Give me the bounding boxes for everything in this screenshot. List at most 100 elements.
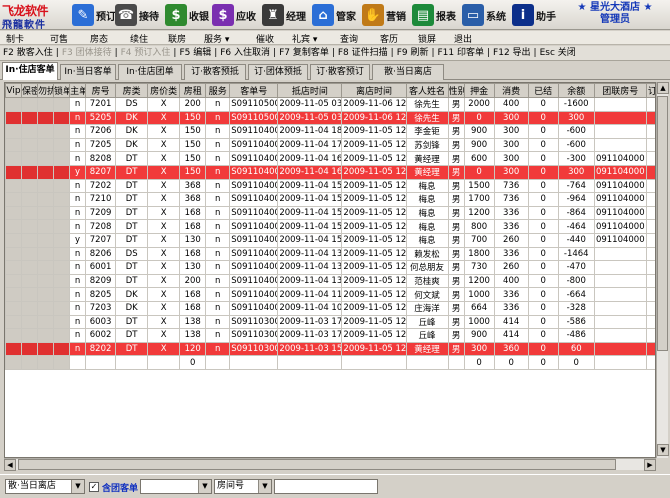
toolbar-button-8[interactable]: ▭ 系统 [462,3,506,27]
table-row[interactable]: n7202DTX368nS09110400212009-11-04 15:392… [5,178,655,194]
menu-item[interactable]: 锁屏 [418,32,436,45]
shortcut-item[interactable]: F2 散客入住 [3,48,53,58]
table-row[interactable]: n7206DKX150nS09110400292009-11-04 18:502… [5,124,655,139]
view-tab[interactable]: In·住店客单 [2,62,58,80]
column-header[interactable]: Vip [5,83,23,98]
view-tab[interactable]: 散·当日离店 [372,64,444,80]
column-header[interactable]: 保密 [21,83,39,98]
search-input[interactable] [274,479,378,494]
menu-item[interactable]: 礼宾 ▾ [292,32,317,45]
view-tab[interactable]: 订·散客预订 [310,64,370,80]
scroll-left-icon[interactable]: ◀ [4,459,16,471]
shortcut-item[interactable]: F11 印客单 [438,48,485,58]
table-cell: 2009-11-04 15:39 [277,205,343,221]
shortcut-item[interactable]: F4 预订入住 [121,48,171,58]
vertical-scroll-thumb[interactable] [657,96,668,351]
menu-item[interactable]: 查询 [340,32,358,45]
column-header[interactable]: 服务 [205,83,231,98]
total-row[interactable]: 00000 [5,355,655,370]
table-row[interactable]: n7210DTX368nS09110400202009-11-04 15:392… [5,192,655,207]
table-cell: X [147,260,181,275]
table-row[interactable]: n6003DTX138nS09110300302009-11-03 17:552… [5,314,655,330]
column-header[interactable]: 房价类 [147,83,181,98]
shortcut-item[interactable]: F6 入住取消 [220,48,270,58]
group-select[interactable]: ▼ [140,479,212,494]
menu-item[interactable]: 催收 [256,32,274,45]
table-row[interactable]: n7203DKX168nS09110400022009-11-04 10:012… [5,300,655,316]
toolbar-button-9[interactable]: i 助手 [512,3,556,27]
column-header[interactable]: 客人姓名 [405,83,449,98]
chevron-down-icon[interactable]: ▼ [198,480,211,493]
shortcut-item[interactable]: F7 复制客单 [279,48,329,58]
scroll-up-icon[interactable]: ▲ [657,82,669,94]
table-row[interactable]: n8206DSX168nS09110400152009-11-04 13:512… [5,246,655,262]
table-cell [21,178,39,194]
table-row[interactable]: y8207DTX150nS09110400242009-11-04 16:092… [5,164,655,180]
column-header[interactable]: 房租 [179,83,207,98]
column-header[interactable]: 押金 [463,83,495,98]
table-row[interactable]: n8202DTX120nS09110300242009-11-03 15:142… [5,341,655,357]
column-header[interactable]: 房类 [115,83,149,98]
column-header[interactable]: 消费 [493,83,529,98]
table-row[interactable]: n8209DTX200nS09110400112009-11-04 13:322… [5,273,655,289]
include-group-checkbox[interactable]: ✓ [89,482,99,492]
menu-item[interactable]: 房态 [90,32,108,45]
field-select[interactable]: 房间号 ▼ [214,479,272,494]
table-row[interactable]: n6002DTX138nS09110300292009-11-03 17:532… [5,328,655,343]
menu-item[interactable]: 退出 [454,32,472,45]
view-select[interactable]: 散·当日离店 ▼ [5,479,85,494]
table-row[interactable]: n7201DSX200nS09110500042009-11-05 03:162… [5,97,655,112]
view-tab[interactable]: In·住店团单 [118,64,182,80]
table-row[interactable]: n8205DKX168nS09110400032009-11-04 11:452… [5,287,655,302]
toolbar-button-2[interactable]: $ 收银 [165,3,209,27]
column-header[interactable]: 离店时间 [341,83,407,98]
column-header[interactable]: 锁单 [53,83,71,98]
toolbar-button-7[interactable]: ▤ 报表 [412,3,456,27]
toolbar-button-3[interactable]: $ 应收 [212,3,256,27]
view-tab[interactable]: 订·团体预抵 [248,64,308,80]
toolbar-button-0[interactable]: ✎ 预订 [72,3,116,27]
table-row[interactable]: n6001DTX130nS09110400142009-11-04 13:432… [5,260,655,275]
shortcut-item[interactable]: F3 团体接待 [62,48,112,58]
view-tab[interactable]: 订·散客预抵 [184,64,246,80]
menu-item[interactable]: 服务 ▾ [204,32,229,45]
toolbar-button-4[interactable]: ♜ 经理 [262,3,306,27]
menu-item[interactable]: 联房 [168,32,186,45]
toolbar-button-6[interactable]: ✋ 营销 [362,3,406,27]
column-header[interactable]: 性别 [447,83,465,98]
view-tab[interactable]: In·当日客单 [60,64,116,80]
shortcut-item[interactable]: F8 证件扫描 [338,48,388,58]
toolbar-button-1[interactable]: ☎ 接待 [115,3,159,27]
scroll-right-icon[interactable]: ▶ [644,459,656,471]
shortcut-item[interactable]: Esc 关闭 [540,48,576,58]
horizontal-scrollbar[interactable]: ◀ ▶ [4,458,656,471]
table-row[interactable]: y7207DTX130nS09110400172009-11-04 15:392… [5,232,655,248]
table-row[interactable]: n7209DTX168nS09110400192009-11-04 15:392… [5,205,655,221]
column-header[interactable]: 订房人 [645,83,655,98]
shortcut-item[interactable]: F12 导出 [493,48,531,58]
toolbar-button-5[interactable]: ⌂ 管家 [312,3,356,27]
shortcut-item[interactable]: F5 编辑 [179,48,211,58]
column-header[interactable]: 房号 [85,83,117,98]
column-header[interactable]: 团联房号 [593,83,647,98]
table-row[interactable]: n5205DKX150nS09110500022009-11-05 03:152… [5,110,655,126]
column-header[interactable]: 余额 [557,83,595,98]
chevron-down-icon[interactable]: ▼ [71,480,84,493]
vertical-scrollbar[interactable]: ▲ ▼ [656,82,669,458]
menu-item[interactable]: 客历 [380,32,398,45]
table-row[interactable]: n8208DTX150nS09110400252009-11-04 16:092… [5,151,655,166]
column-header[interactable]: 主单 [69,83,87,98]
scroll-down-icon[interactable]: ▼ [657,444,669,456]
shortcut-item[interactable]: F9 刷新 [397,48,429,58]
column-header[interactable]: 抵店时间 [277,83,343,98]
menu-item[interactable]: 可售 [50,32,68,45]
menu-item[interactable]: 制卡 [6,32,24,45]
table-row[interactable]: n7208DTX168nS09110400182009-11-04 15:392… [5,219,655,234]
column-header[interactable]: 客单号 [229,83,279,98]
menu-item[interactable]: 续住 [130,32,148,45]
chevron-down-icon[interactable]: ▼ [258,480,271,493]
horizontal-scroll-thumb[interactable] [18,459,616,470]
table-row[interactable]: n7205DKX150nS09110400262009-11-04 17:352… [5,137,655,153]
column-header[interactable]: 勿扰 [37,83,55,98]
column-header[interactable]: 已结 [527,83,559,98]
